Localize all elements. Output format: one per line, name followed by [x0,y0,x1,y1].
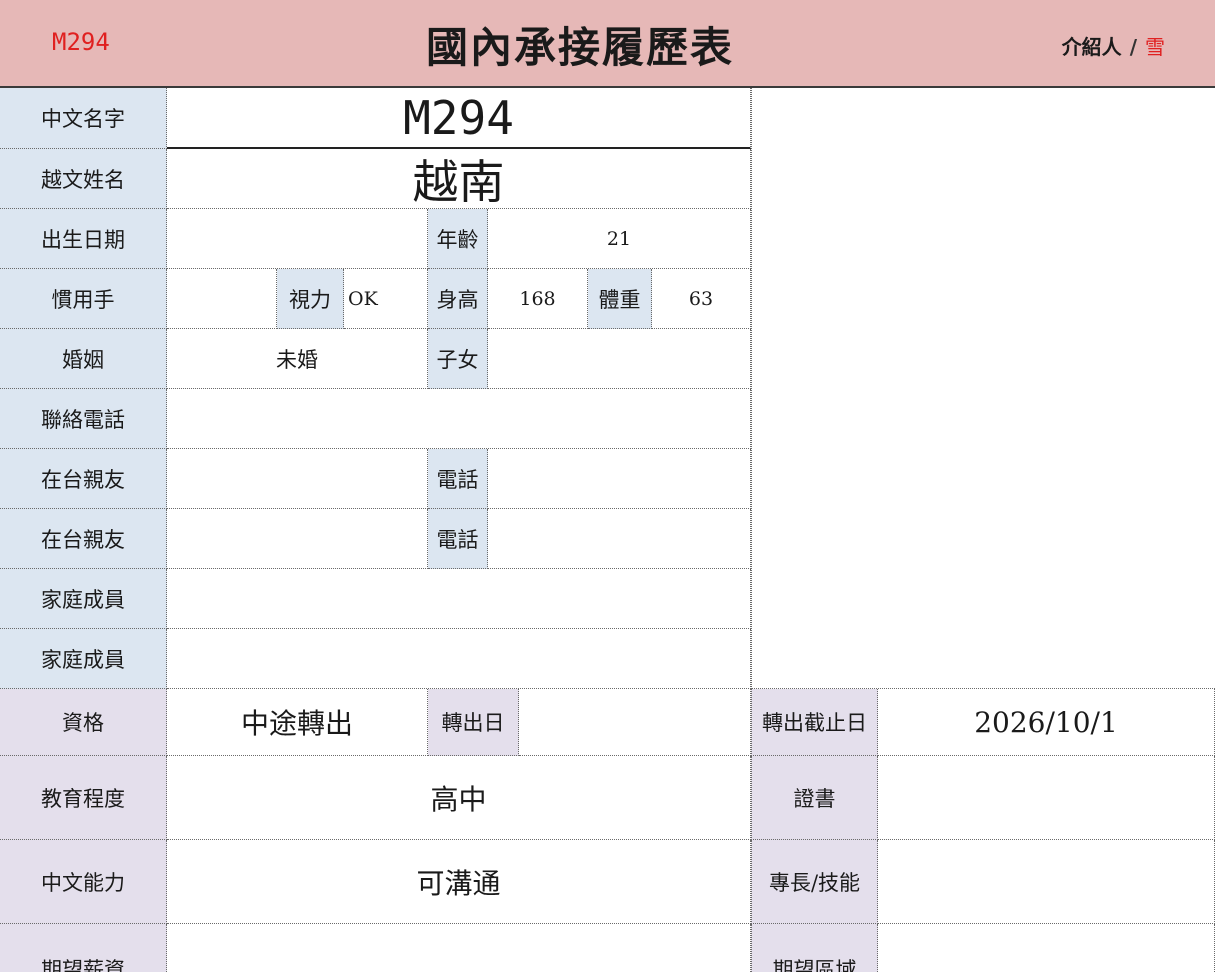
value-phone[interactable] [167,389,751,449]
value-transfer-date[interactable] [519,689,751,756]
value-expected-salary[interactable] [167,924,751,972]
value-relative-1-phone[interactable] [488,449,751,509]
value-relative-2-phone[interactable] [488,509,751,569]
value-certificate[interactable] [878,756,1215,840]
introducer-label: 介紹人 [1061,35,1122,59]
label-birthday: 出生日期 [0,209,167,269]
label-relative-1-phone: 電話 [428,449,488,509]
value-transfer-deadline[interactable]: 2026/10/1 [878,689,1215,756]
label-expected-salary: 期望薪資 [0,924,167,972]
label-weight: 體重 [588,269,652,329]
label-transfer-date: 轉出日 [428,689,519,756]
value-age[interactable]: 21 [488,209,751,269]
label-handedness: 慣用手 [0,269,167,329]
label-height: 身高 [428,269,488,329]
value-relative-1[interactable] [167,449,428,509]
label-qualification: 資格 [0,689,167,756]
form-header: M294 國內承接履歷表 介紹人 / 雪 [0,0,1215,88]
value-height[interactable]: 168 [488,269,588,329]
label-relative-2-phone: 電話 [428,509,488,569]
value-viet-name[interactable]: 越南 [167,149,751,209]
label-expected-area-text: 期望區域 [772,958,857,972]
label-family-2: 家庭成員 [0,629,167,689]
label-relative-1: 在台親友 [0,449,167,509]
label-viet-name: 越文姓名 [0,149,167,209]
value-birthday[interactable] [167,209,428,269]
value-family-1[interactable] [167,569,751,629]
value-vision[interactable]: OK [344,269,428,329]
value-qualification[interactable]: 中途轉出 [167,689,428,756]
label-skills: 專長/技能 [751,840,878,924]
label-relative-2: 在台親友 [0,509,167,569]
value-education[interactable]: 高中 [167,756,751,840]
label-marriage: 婚姻 [0,329,167,389]
form-title: 國內承接履歷表 [425,23,734,72]
introducer-value: 雪 [1145,35,1165,59]
label-chinese-name: 中文名字 [0,88,167,149]
label-family-1: 家庭成員 [0,569,167,629]
label-phone: 聯絡電話 [0,389,167,449]
introducer-separator: / [1129,35,1137,59]
value-weight[interactable]: 63 [652,269,751,329]
label-transfer-deadline: 轉出截止日 [751,689,878,756]
label-certificate: 證書 [751,756,878,840]
label-education: 教育程度 [0,756,167,840]
label-chinese-ability: 中文能力 [0,840,167,924]
value-family-2[interactable] [167,629,751,689]
value-skills[interactable] [878,840,1215,924]
value-children[interactable] [488,329,751,389]
label-age: 年齡 [428,209,488,269]
value-relative-2[interactable] [167,509,428,569]
value-chinese-name[interactable]: M294 [167,88,751,149]
value-marriage[interactable]: 未婚 [167,329,428,389]
label-vision: 視力 [277,269,344,329]
label-expected-area: 期望區域 [751,924,878,972]
photo-area[interactable] [751,88,1215,689]
introducer: 介紹人 / 雪 [1062,31,1165,60]
value-chinese-ability[interactable]: 可溝通 [167,840,751,924]
label-children: 子女 [428,329,488,389]
value-handedness[interactable] [167,269,277,329]
value-expected-area[interactable] [878,924,1215,972]
label-expected-salary-text: 期望薪資 [41,958,125,972]
